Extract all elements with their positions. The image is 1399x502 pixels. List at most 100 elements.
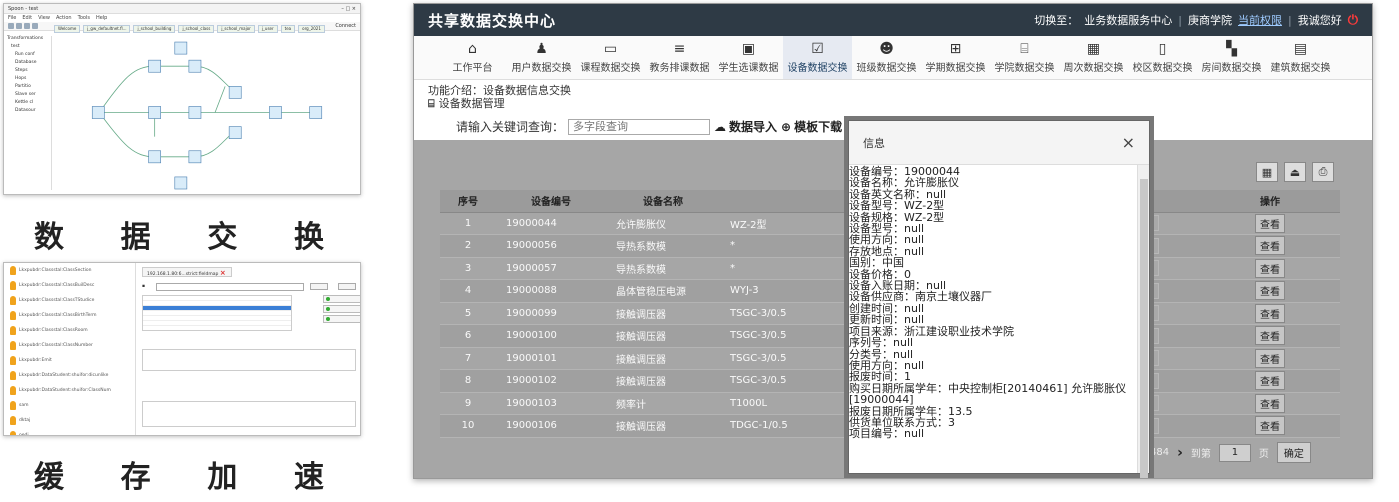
view-button[interactable]: 查看 xyxy=(1255,281,1285,301)
print-icon[interactable]: ⎙ xyxy=(1312,162,1334,182)
view-button[interactable]: 查看 xyxy=(1255,258,1285,278)
current-permission-link[interactable]: 当前权限 xyxy=(1238,12,1282,28)
view-button[interactable]: 查看 xyxy=(1255,393,1285,413)
calendar-check-icon: ☑ xyxy=(811,41,824,57)
template-download-button[interactable]: ⊕ 模板下载 xyxy=(781,118,842,135)
nav-item-institution[interactable]: ⌸ 学院数据交换 xyxy=(990,36,1059,79)
view-button[interactable]: 查看 xyxy=(1255,326,1285,346)
redis-key-item[interactable]: Lkxpubdr:Emit xyxy=(4,353,135,368)
export-icon[interactable]: ⏏ xyxy=(1284,162,1306,182)
rename-button[interactable] xyxy=(310,283,328,290)
table-cell: 19000056 xyxy=(496,234,606,258)
save-icon[interactable] xyxy=(24,23,30,29)
nav-item-document[interactable]: ▤ 建筑数据交换 xyxy=(1266,36,1335,79)
redis-key-item[interactable]: Lkxpubdr:Classstal:ClassTStudice xyxy=(4,293,135,308)
redis-key-item[interactable]: oedi xyxy=(4,428,135,435)
close-icon[interactable]: × xyxy=(1122,133,1135,152)
redis-key-field[interactable] xyxy=(156,283,304,291)
redis-key-item[interactable]: Lkxpubdr:DataStudent:shuifor:ClassNum xyxy=(4,383,135,398)
redis-value-text-1[interactable] xyxy=(142,349,356,371)
menu-item[interactable]: View xyxy=(38,15,50,21)
view-button[interactable]: 查看 xyxy=(1255,371,1285,391)
tree-item[interactable]: Transformations xyxy=(7,36,51,44)
action-cell: 查看 xyxy=(1200,369,1340,393)
caption-char: 缓 xyxy=(34,460,66,495)
page-input[interactable]: 1 xyxy=(1218,443,1251,462)
view-button[interactable]: 查看 xyxy=(1255,348,1285,368)
tree-item[interactable]: test xyxy=(7,44,51,52)
dialog-scrollbar[interactable] xyxy=(1137,165,1149,478)
view-button[interactable]: 查看 xyxy=(1255,303,1285,323)
confirm-page-button[interactable]: 确定 xyxy=(1276,442,1311,463)
nav-item-file[interactable]: ▯ 校区数据交换 xyxy=(1128,36,1197,79)
ttl-button[interactable] xyxy=(338,283,356,290)
tree-item[interactable]: Kettle cl xyxy=(7,100,51,108)
tree-item[interactable]: Partitio xyxy=(7,84,51,92)
nav-item-home[interactable]: ⌂ 工作平台 xyxy=(438,36,507,79)
tree-item[interactable]: Steps xyxy=(7,68,51,76)
nav-item-calendar-check[interactable]: ☑ 设备数据交换 xyxy=(783,36,852,79)
kettle-tab[interactable]: j_school_building xyxy=(133,25,176,33)
kettle-tab[interactable]: j_gw_defaultnet.fl... xyxy=(83,25,131,33)
nav-item-monitor[interactable]: ▭ 课程数据交换 xyxy=(576,36,645,79)
tree-item[interactable]: Datasour xyxy=(7,108,51,116)
view-button[interactable]: 查看 xyxy=(1255,213,1285,233)
reload-button[interactable] xyxy=(323,315,360,323)
view-button[interactable]: 查看 xyxy=(1255,416,1285,436)
redis-key-item[interactable]: Lkxpubdr:Classstal:ClassSection xyxy=(4,263,135,278)
menu-item[interactable]: Help xyxy=(96,15,107,21)
kettle-tab[interactable]: j_school_class xyxy=(178,25,215,33)
columns-icon[interactable]: ▦ xyxy=(1256,162,1278,182)
menu-item[interactable]: Action xyxy=(56,15,72,21)
kettle-tab[interactable]: j_school_major xyxy=(217,25,255,33)
menu-item[interactable]: Tools xyxy=(78,15,90,21)
menu-item[interactable]: Edit xyxy=(22,15,32,21)
scrollbar-thumb[interactable] xyxy=(1140,179,1148,478)
tree-item[interactable]: Slave ser xyxy=(7,92,51,100)
kettle-tree: Transformations test Run conf Database Steps… xyxy=(7,36,52,190)
nav-item-calendar[interactable]: ▦ 周次数据交换 xyxy=(1059,36,1128,79)
redis-value-text-2[interactable] xyxy=(142,401,356,427)
dialog-title: 信息 xyxy=(863,136,885,150)
key-label-icon: ▪ xyxy=(142,284,146,289)
redis-key-item[interactable]: Lkxpubdr:Classstal:ClassBirthTerm xyxy=(4,308,135,323)
redis-value-grid[interactable] xyxy=(142,295,292,331)
next-page-icon[interactable]: › xyxy=(1177,445,1183,461)
platform-link[interactable]: 业务数据服务中心 xyxy=(1084,12,1172,28)
kettle-tab[interactable]: org_2021 xyxy=(298,25,325,33)
kettle-tab[interactable]: j_user xyxy=(257,25,278,33)
menu-item[interactable]: File xyxy=(8,15,16,21)
new-icon[interactable] xyxy=(8,23,14,29)
redis-key-item[interactable]: Lkxpubdr:Classstal:ClassBuilDesc xyxy=(4,278,135,293)
redis-key-item[interactable]: sam xyxy=(4,398,135,413)
table-cell: 19000100 xyxy=(496,324,606,348)
kettle-tab[interactable]: Welcome xyxy=(54,25,81,33)
tree-item[interactable]: Hops xyxy=(7,76,51,84)
nav-item-calendar-plus[interactable]: ⊞ 学期数据交换 xyxy=(921,36,990,79)
nav-item-user[interactable]: ♟ 用户数据交换 xyxy=(507,36,576,79)
nav-item-grid[interactable]: ▚ 房间数据交换 xyxy=(1197,36,1266,79)
nav-item-group[interactable]: ☻ 班级数据交换 xyxy=(852,36,921,79)
tree-item[interactable]: Run conf xyxy=(7,52,51,60)
tree-item[interactable]: Database xyxy=(7,60,51,68)
kettle-tab[interactable]: tea xyxy=(280,25,296,33)
import-button[interactable]: ☁ 数据导入 xyxy=(714,118,777,135)
search-input[interactable] xyxy=(568,118,711,135)
add-row-button[interactable] xyxy=(323,295,360,303)
redis-key-item[interactable]: Lkxpubdr:Classstal:ClassNumber xyxy=(4,338,135,353)
explore-icon[interactable] xyxy=(32,23,38,29)
view-button[interactable]: 查看 xyxy=(1255,236,1285,256)
open-icon[interactable] xyxy=(16,23,22,29)
dialog-field: 更新时间：null xyxy=(849,313,925,327)
close-icon[interactable]: × xyxy=(220,269,226,277)
redis-key-item[interactable]: dktaj xyxy=(4,413,135,428)
search-bar: 请输入关键词查询： ☁ 数据导入 ⊕ 模板下载 xyxy=(456,118,842,135)
redis-key-item[interactable]: Lkxpubdr:DataStudent:shuifor:dicunlike xyxy=(4,368,135,383)
power-icon[interactable]: ⏻ xyxy=(1348,13,1358,28)
nav-item-list[interactable]: ≡ 教务排课数据 xyxy=(645,36,714,79)
column-header: 操作 xyxy=(1200,190,1340,213)
delete-row-button[interactable] xyxy=(323,305,360,313)
nav-item-lock[interactable]: ▣ 学生选课数据 xyxy=(714,36,783,79)
redis-detail-tab[interactable]: 192.168.1.80:6...strict:fieldmap × xyxy=(142,267,232,277)
redis-key-item[interactable]: Lkxpubdr:Classstal:ClassRoom xyxy=(4,323,135,338)
